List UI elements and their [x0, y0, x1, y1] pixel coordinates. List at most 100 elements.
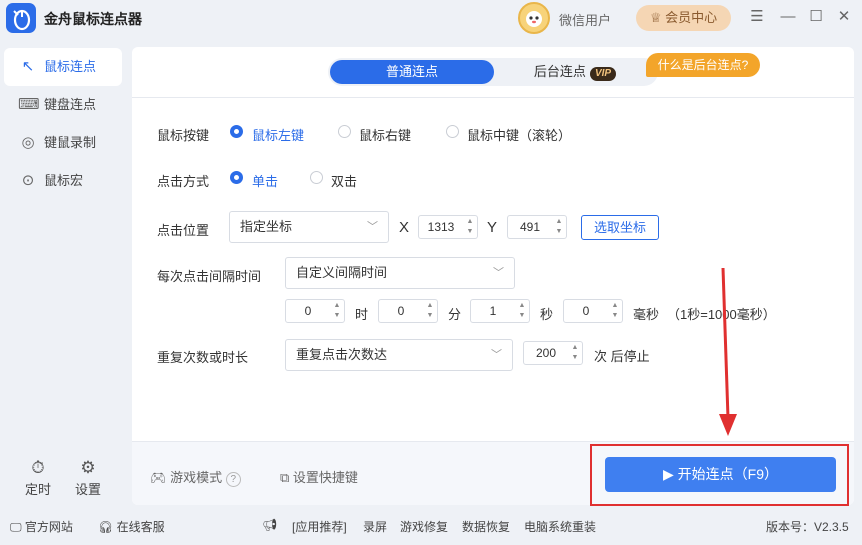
close-icon[interactable]: ✕ [833, 6, 855, 28]
link-system-reinstall[interactable]: 电脑系统重装 [524, 518, 596, 535]
minutes-unit: 分 [448, 307, 462, 322]
sidebar-item-keyboard-click[interactable]: ⌨ 键盘连点 [4, 86, 122, 124]
maximize-icon[interactable]: ☐ [805, 6, 827, 28]
game-mode-toggle[interactable]: 🎮︎ 游戏模式 ? [150, 467, 241, 487]
radio-right-button[interactable] [338, 125, 351, 138]
seconds-value: 1 [489, 304, 497, 318]
menu-icon[interactable]: ☰ [746, 6, 768, 28]
settings-button[interactable]: ⚙ 设置 [68, 457, 108, 498]
timer-label: 定时 [24, 482, 51, 497]
tab-normal-click[interactable]: 普通连点 [330, 60, 494, 84]
online-support-label: 在线客服 [116, 520, 165, 534]
spinner-arrows-icon[interactable]: ▲ ▼ [570, 343, 580, 363]
monitor-icon: 🖵 [10, 520, 22, 534]
online-support-link[interactable]: 🎧︎ 在线客服 [98, 518, 165, 535]
play-icon: ▶ [662, 466, 674, 482]
position-mode-select[interactable]: 指定坐标 ﹀ [229, 211, 389, 243]
spinner-arrows-icon[interactable]: ▲ ▼ [610, 301, 620, 321]
radio-double-click[interactable] [310, 171, 323, 184]
radio-middle-button[interactable] [446, 125, 459, 138]
chevron-down-icon: ﹀ [493, 267, 504, 279]
pick-coordinate-button[interactable]: 选取坐标 [581, 215, 659, 240]
timer-button[interactable]: ⏱ 定时 [18, 457, 58, 498]
hours-value: 0 [304, 304, 312, 318]
x-label: X [399, 219, 410, 236]
version-label: 版本号：V2.3.5 [766, 520, 849, 534]
shortcut-settings-button[interactable]: ⧉ 设置快捷键 [280, 467, 358, 486]
y-label: Y [487, 219, 498, 236]
sidebar-item-record[interactable]: ◎ 键鼠录制 [4, 124, 122, 162]
radio-right-button-label[interactable]: 鼠标右键 [359, 125, 411, 144]
minimize-icon[interactable]: — [777, 6, 799, 28]
mouse-button-label: 鼠标按键 [157, 128, 210, 143]
sidebar-item-label: 键鼠录制 [44, 135, 97, 150]
sidebar-item-macro[interactable]: ⊙ 鼠标宏 [4, 162, 122, 200]
vip-center-button[interactable]: ♕ 会员中心 [636, 5, 731, 31]
tab-background-label: 后台连点 [533, 64, 586, 79]
spinner-arrows-icon[interactable]: ▲ ▼ [517, 301, 527, 321]
vip-center-label: 会员中心 [665, 10, 718, 25]
spinner-arrows-icon[interactable]: ▲ ▼ [332, 301, 342, 321]
repeat-count-value: 200 [535, 346, 557, 360]
interval-label: 每次点击间隔时间 [157, 269, 262, 284]
settings-label: 设置 [74, 482, 101, 497]
vip-badge: VIP [589, 67, 617, 81]
repeat-suffix: 次 后停止 [594, 349, 650, 364]
repeat-count-input[interactable]: 200 ▲ ▼ [523, 341, 583, 365]
repeat-mode-select[interactable]: 重复点击次数达 ﹀ [285, 339, 513, 371]
keyboard-icon: ⌨ [18, 96, 40, 113]
sidebar-item-mouse-click[interactable]: ↖ 鼠标连点 [4, 48, 122, 86]
hours-input[interactable]: 0 ▲ ▼ [285, 299, 345, 323]
spinner-arrows-icon[interactable]: ▲ ▼ [465, 217, 475, 237]
milliseconds-input[interactable]: 0 ▲ ▼ [563, 299, 623, 323]
seconds-input[interactable]: 1 ▲ ▼ [470, 299, 530, 323]
sidebar-item-label: 键盘连点 [44, 97, 97, 112]
avatar[interactable] [518, 2, 550, 34]
x-coordinate-input[interactable]: 1313 ▲ ▼ [418, 215, 478, 239]
milliseconds-value: 0 [582, 304, 590, 318]
crown-icon: ♕ [649, 10, 662, 25]
click-position-label: 点击位置 [157, 223, 210, 238]
shortcut-icon: ⧉ [280, 470, 290, 485]
minutes-value: 0 [397, 304, 405, 318]
radio-single-click-label[interactable]: 单击 [252, 171, 278, 190]
click-type-label: 点击方式 [157, 174, 210, 189]
radio-middle-button-label[interactable]: 鼠标中键（滚轮） [467, 125, 571, 144]
settings-icon: ⚙ [80, 458, 96, 477]
radio-single-click[interactable] [230, 171, 243, 184]
radio-left-button-label[interactable]: 鼠标左键 [252, 125, 304, 144]
tab-background-click[interactable]: 后台连点 VIP [500, 60, 650, 84]
app-recommend-label: [应用推荐] [292, 520, 347, 534]
record-icon: ◎ [21, 134, 35, 151]
official-website-label: 官方网站 [24, 520, 73, 534]
radio-left-button[interactable] [230, 125, 243, 138]
timer-icon: ⏱ [31, 458, 45, 477]
mouse-icon: ⊙ [21, 172, 35, 189]
sidebar-item-label: 鼠标连点 [44, 59, 97, 74]
y-coordinate-value: 491 [519, 220, 541, 234]
headset-icon: 🎧︎ [98, 520, 114, 534]
y-coordinate-input[interactable]: 491 ▲ ▼ [507, 215, 567, 239]
position-mode-value: 指定坐标 [240, 219, 293, 234]
spinner-arrows-icon[interactable]: ▲ ▼ [554, 217, 564, 237]
chevron-down-icon: ﹀ [367, 221, 378, 233]
minutes-input[interactable]: 0 ▲ ▼ [378, 299, 438, 323]
interval-mode-select[interactable]: 自定义间隔时间 ﹀ [285, 257, 515, 289]
interval-mode-value: 自定义间隔时间 [296, 265, 388, 280]
app-title: 金舟鼠标连点器 [44, 11, 142, 27]
user-name[interactable]: 微信用户 [559, 10, 611, 29]
help-icon[interactable]: ? [225, 472, 241, 487]
link-game-repair[interactable]: 游戏修复 [400, 518, 448, 535]
chevron-down-icon: ﹀ [491, 349, 502, 361]
background-click-tip[interactable]: 什么是后台连点? [646, 53, 760, 77]
spinner-arrows-icon[interactable]: ▲ ▼ [425, 301, 435, 321]
divider [132, 97, 854, 98]
mouse-click-icon: ↖ [21, 58, 35, 75]
official-website-link[interactable]: 🖵 官方网站 [10, 518, 73, 535]
start-clicking-button[interactable]: ▶ 开始连点（F9） [605, 457, 836, 492]
link-data-recovery[interactable]: 数据恢复 [462, 518, 510, 535]
x-coordinate-value: 1313 [427, 220, 455, 234]
repeat-label: 重复次数或时长 [157, 350, 249, 365]
link-screen-record[interactable]: 录屏 [363, 518, 387, 535]
radio-double-click-label[interactable]: 双击 [331, 171, 357, 190]
